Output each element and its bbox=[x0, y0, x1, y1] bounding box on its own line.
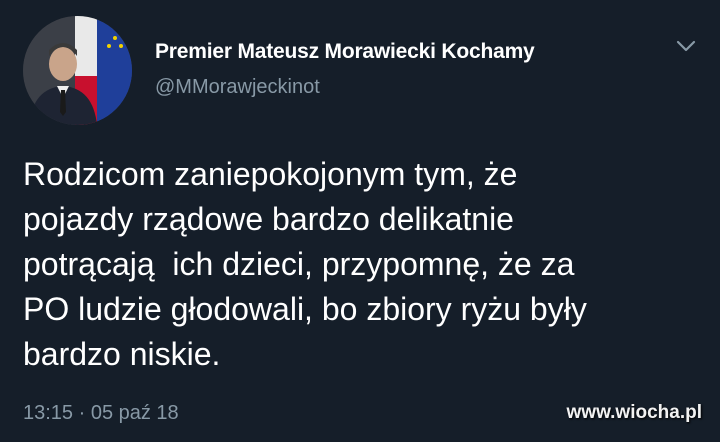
tweet-text: Rodzicom zaniepokojonym tym, że pojazdy … bbox=[23, 152, 703, 377]
watermark: www.wiocha.pl bbox=[566, 402, 702, 423]
author-display-name[interactable]: Premier Mateusz Morawiecki Kochamy bbox=[155, 40, 535, 64]
avatar[interactable] bbox=[23, 16, 132, 125]
chevron-down-icon[interactable] bbox=[672, 34, 700, 58]
tweet-text-line: PO ludzie głodowali, bo zbiory ryżu były bbox=[23, 291, 587, 327]
tweet-timestamp[interactable]: 13:15 · 05 paź 18 bbox=[23, 402, 179, 425]
tweet-text-line: Rodzicom zaniepokojonym tym, że bbox=[23, 156, 518, 192]
tweet-text-line: potrącają ich dzieci, przypomnę, że za bbox=[23, 246, 575, 282]
tweet-card: Premier Mateusz Morawiecki Kochamy @MMor… bbox=[0, 0, 720, 442]
tweet-text-line: bardzo niskie. bbox=[23, 336, 221, 372]
tweet-text-line: pojazdy rządowe bardzo delikatnie bbox=[23, 201, 514, 237]
author-handle[interactable]: @MMorawjeckinot bbox=[155, 76, 320, 99]
